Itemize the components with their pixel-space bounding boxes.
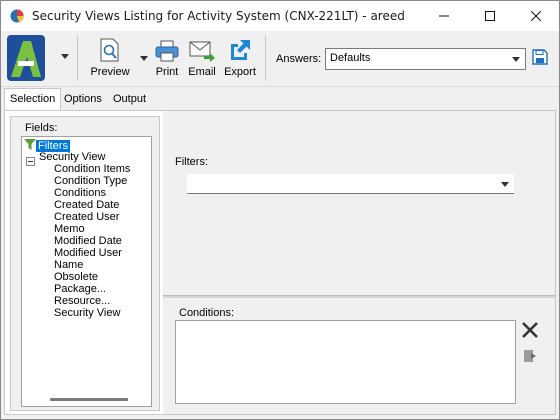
tree-item-security-view[interactable]: Security View [54,307,120,319]
minimize-icon [439,15,449,17]
tree-item-modified-user[interactable]: Modified User [54,247,122,259]
print-icon [155,40,179,62]
tree-item-label: Security View [54,307,121,319]
report-window: Security Views Listing for Activity Syst… [0,0,560,420]
email-label: Email [188,66,216,78]
answers-dropdown[interactable]: Defaults [325,48,526,70]
tree-item-label: Resource... [54,295,111,307]
preview-label: Preview [90,66,130,78]
tree-item-conditions[interactable]: Conditions [54,187,106,199]
tree-item-label: Security View [39,151,106,163]
fields-pane: Fields: Filters Security View Condition … [10,116,160,411]
answers-label: Answers: [276,53,322,65]
tree-item-label: Created Date [54,199,120,211]
tab-selection-label: Selection [10,93,56,105]
toolbar-separator [265,35,266,81]
tree-item-obsolete[interactable]: Obsolete [54,271,98,283]
tree-item-modified-date[interactable]: Modified Date [54,235,122,247]
tree-item-label: Condition Items [54,163,131,175]
print-button[interactable]: Print [152,36,182,82]
tree-item-memo[interactable]: Memo [54,223,85,235]
selection-panel: Fields: Filters Security View Condition … [4,110,556,415]
filters-label: Filters: [175,156,208,168]
tree-item-label: Name [54,259,84,271]
horizontal-scrollbar[interactable] [50,398,128,401]
chevron-down-icon [512,57,520,62]
answers-value: Defaults [330,52,371,64]
email-button[interactable]: Email [186,36,218,82]
minimize-button[interactable] [421,1,467,31]
tree-item-security-view-root[interactable]: Security View [39,151,105,163]
filters-dropdown[interactable] [187,174,514,194]
tab-output[interactable]: Output [108,90,151,110]
tab-strip: Selection Options Output [1,88,559,110]
tree-item-label: Condition Type [54,175,128,187]
fields-label: Fields: [25,122,58,134]
criteria-pane: Filters: Conditions: [163,111,555,414]
tree-item-label: Created User [54,211,120,223]
document-arrow-icon [524,350,536,362]
tree-item-label: Obsolete [54,271,99,283]
title-bar: Security Views Listing for Activity Syst… [1,1,559,31]
export-button[interactable]: Export [222,36,258,82]
preview-icon [100,38,119,62]
preview-button[interactable]: Preview [87,36,133,82]
export-icon [231,40,250,60]
conditions-label: Conditions: [179,307,235,319]
fields-tree[interactable]: Filters Security View Condition Items Co… [21,136,152,407]
maximize-icon [485,11,495,21]
tree-item-condition-type[interactable]: Condition Type [54,175,127,187]
logo-dropdown-arrow-icon[interactable] [61,54,69,59]
tab-options-label: Options [64,93,102,105]
preview-dropdown-arrow-icon[interactable] [140,56,148,61]
tab-selection[interactable]: Selection [4,88,62,110]
app-logo-button[interactable] [7,35,45,81]
window-title: Security Views Listing for Activity Syst… [32,9,405,23]
tree-item-name[interactable]: Name [54,259,83,271]
toolbar-separator [77,35,78,81]
close-icon [531,11,541,21]
tree-item-label: Modified Date [54,235,122,247]
maximize-button[interactable] [467,1,513,31]
email-icon [189,41,215,62]
conditions-list[interactable] [175,320,516,404]
tree-item-label: Package... [54,283,106,295]
pane-splitter[interactable] [163,295,555,298]
chevron-down-icon [501,182,509,187]
tab-output-label: Output [113,93,147,105]
condition-details-button[interactable] [523,349,537,363]
save-icon [532,49,548,65]
close-icon [522,322,538,338]
close-window-button[interactable] [513,1,559,31]
tree-item-resource[interactable]: Resource... [54,295,110,307]
tab-options[interactable]: Options [59,90,107,110]
remove-condition-button[interactable] [521,321,539,339]
save-answers-button[interactable] [532,49,550,67]
print-label: Print [155,66,179,78]
export-label: Export [224,66,256,78]
filter-icon [24,139,36,150]
tree-item-package[interactable]: Package... [54,283,106,295]
tree-item-condition-items[interactable]: Condition Items [54,163,130,175]
tree-item-created-user[interactable]: Created User [54,211,119,223]
collapse-toggle[interactable] [26,157,35,166]
tree-item-label: Modified User [54,247,122,259]
tree-item-label: Conditions [54,187,106,199]
app-logo-icon [7,35,45,81]
toolbar: Preview Print Email Export Answers: Defa… [1,31,559,87]
app-pie-icon [10,9,24,23]
tree-item-created-date[interactable]: Created Date [54,199,119,211]
tree-item-label: Memo [54,223,85,235]
